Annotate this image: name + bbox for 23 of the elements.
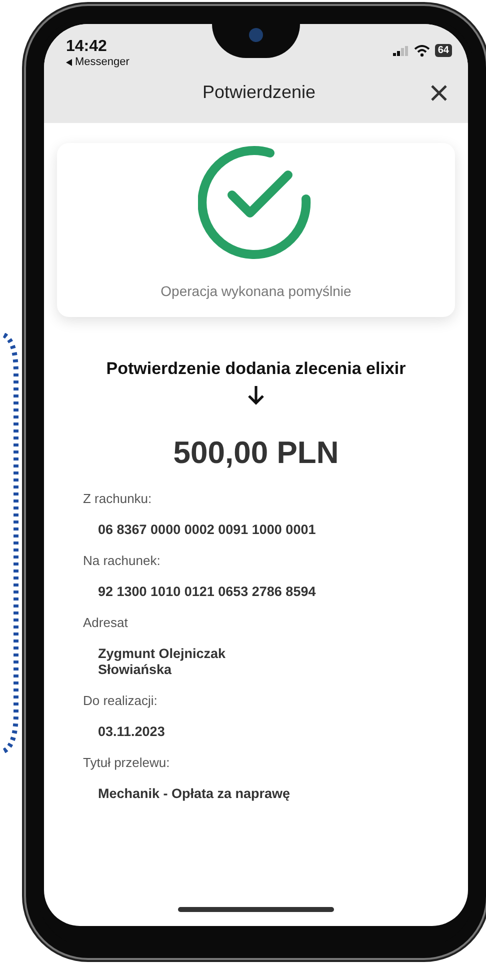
field-label: Adresat [83, 615, 129, 630]
status-time: 14:42 [66, 38, 108, 56]
field-label: Tytuł przelewu: [83, 755, 171, 770]
transfer-title: Potwierdzenie dodania zlecenia elixir [106, 359, 406, 379]
field-label: Z rachunku: [83, 491, 153, 506]
transfer-amount: 500,00 PLN [173, 435, 339, 471]
battery-indicator: 64 [434, 44, 452, 57]
back-triangle-icon [66, 58, 72, 66]
success-message: Operacja wykonana pomyślnie [160, 283, 352, 299]
field-value: Mechanik - Opłata za naprawę [98, 786, 292, 801]
field-value: 06 8367 0000 0002 0091 1000 0001 [98, 522, 317, 537]
field-value: 92 1300 1010 0121 0653 2786 8594 [98, 584, 317, 599]
close-icon[interactable] [430, 84, 448, 102]
field-value: Słowiańska [98, 662, 173, 677]
screen-title: Potwierdzenie [202, 82, 316, 103]
wifi-icon [414, 44, 430, 56]
field-value: 03.11.2023 [98, 724, 166, 739]
field-value: Zygmunt Olejniczak [98, 646, 227, 661]
signal-icon [392, 46, 409, 56]
back-link[interactable]: Messenger [75, 56, 130, 68]
down-arrow-icon [247, 385, 265, 405]
field-label: Do realizacji: [83, 693, 158, 708]
field-label: Na rachunek: [83, 553, 162, 568]
